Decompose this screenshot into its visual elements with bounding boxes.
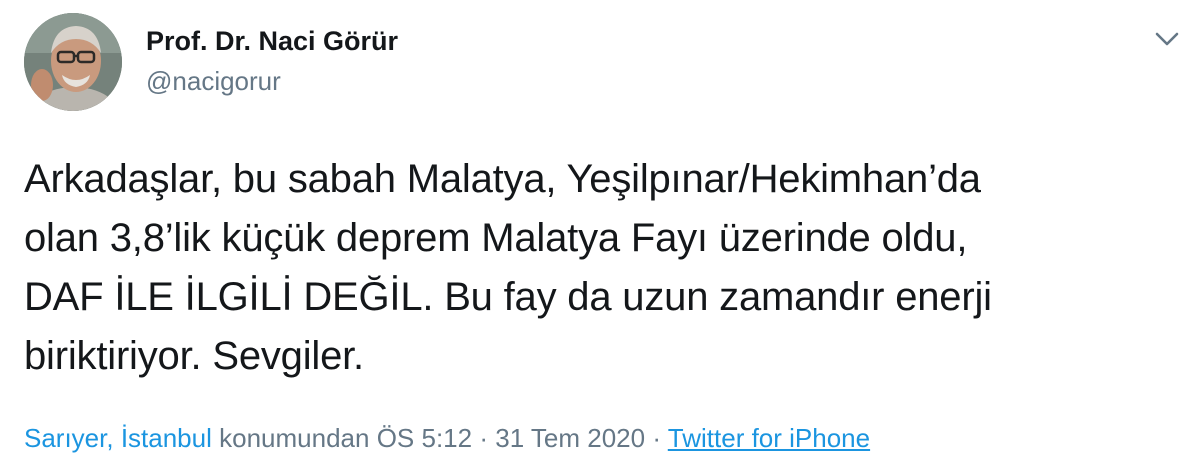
tweet-metadata: Sarıyer, İstanbul konumundan ÖS 5:12 · 3… xyxy=(24,420,870,456)
tweet-text-line: Arkadaşlar, bu sabah Malatya, Yeşilpınar… xyxy=(24,157,981,201)
tweet-date[interactable]: 31 Tem 2020 xyxy=(495,423,645,453)
tweet-text-line: biriktiriyor. Sevgiler. xyxy=(24,334,364,378)
source-link[interactable]: Twitter for iPhone xyxy=(668,423,870,453)
tweet-text-line: olan 3,8’lik küçük deprem Malatya Fayı ü… xyxy=(24,216,968,260)
tweet-text-line: DAF İLE İLGİLİ DEĞİL. Bu fay da uzun zam… xyxy=(24,275,992,319)
author-display-name[interactable]: Prof. Dr. Naci Görür xyxy=(146,24,398,58)
meta-separator: · xyxy=(479,423,489,453)
location-suffix: konumundan xyxy=(219,423,370,453)
tweet-menu-button[interactable] xyxy=(1150,22,1184,56)
tweet-card: Prof. Dr. Naci Görür @nacigorur Arkadaşl… xyxy=(0,0,1200,474)
author-block: Prof. Dr. Naci Görür @nacigorur xyxy=(146,24,398,98)
meta-separator: · xyxy=(652,423,662,453)
chevron-down-icon xyxy=(1155,32,1179,46)
author-avatar[interactable] xyxy=(24,13,122,111)
tweet-time[interactable]: ÖS 5:12 xyxy=(377,423,472,453)
avatar-photo xyxy=(24,13,122,111)
tweet-text: Arkadaşlar, bu sabah Malatya, Yeşilpınar… xyxy=(24,150,1174,386)
location-link[interactable]: Sarıyer, İstanbul xyxy=(24,423,212,453)
author-handle[interactable]: @nacigorur xyxy=(146,64,398,98)
